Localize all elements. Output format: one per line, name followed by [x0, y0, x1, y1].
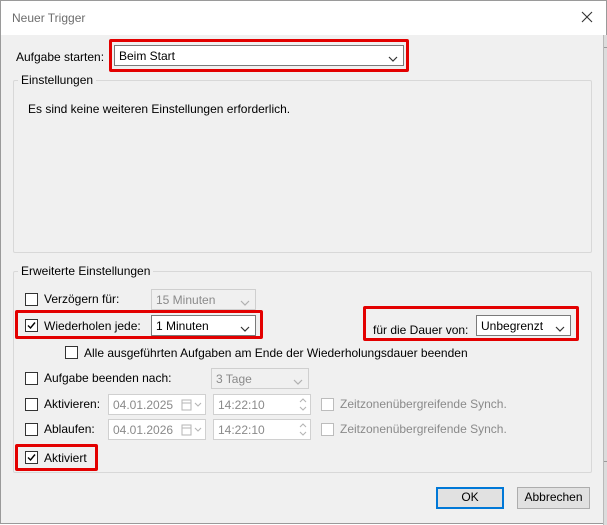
expire-date-value: 04.01.2026	[113, 423, 174, 437]
activate-sync-label: Zeitzonenübergreifende Synch.	[340, 397, 507, 411]
delay-checkbox[interactable]	[25, 293, 38, 306]
delay-label: Verzögern für:	[44, 292, 120, 306]
repeat-checkbox[interactable]	[25, 319, 38, 332]
duration-value: Unbegrenzt	[481, 319, 544, 333]
settings-group-title: Einstellungen	[18, 73, 97, 87]
duration-select[interactable]: Unbegrenzt	[476, 315, 571, 336]
activate-sync-checkbox[interactable]	[321, 398, 334, 411]
expire-sync-checkbox[interactable]	[321, 423, 334, 436]
calendar-icon[interactable]	[181, 424, 203, 439]
new-trigger-dialog: Neuer Trigger Aufgabe starten: Beim Star…	[0, 0, 607, 525]
start-label: Aufgabe starten:	[16, 50, 105, 64]
delay-value: 15 Minuten	[156, 293, 216, 307]
stop-all-at-end-checkbox[interactable]	[65, 346, 78, 359]
spin-arrows-icon[interactable]	[297, 421, 309, 438]
stop-after-select[interactable]: 3 Tage	[211, 368, 309, 389]
dialog-title: Neuer Trigger	[12, 11, 86, 25]
checkmark-icon	[27, 322, 36, 330]
activate-date-value: 04.01.2025	[113, 398, 174, 412]
cancel-button[interactable]: Abbrechen	[517, 487, 590, 509]
chevron-down-icon	[240, 296, 250, 306]
activate-time-field[interactable]: 14:22:10	[213, 394, 311, 415]
enabled-label: Aktiviert	[44, 451, 87, 465]
chevron-down-icon	[555, 322, 565, 332]
expire-label: Ablaufen:	[44, 422, 95, 436]
spin-arrows-icon[interactable]	[297, 396, 309, 413]
duration-label: für die Dauer von:	[373, 323, 469, 337]
expire-sync-label: Zeitzonenübergreifende Synch.	[340, 422, 507, 436]
activate-label: Aktivieren:	[44, 397, 101, 411]
checkmark-icon	[27, 454, 36, 462]
chevron-down-icon	[388, 52, 398, 62]
activate-time-value: 14:22:10	[218, 398, 265, 412]
chevron-down-icon	[293, 375, 303, 385]
advanced-group-title: Erweiterte Einstellungen	[18, 264, 154, 278]
settings-message: Es sind keine weiteren Einstellungen erf…	[28, 102, 291, 116]
repeat-interval-value: 1 Minuten	[156, 319, 209, 333]
ok-button[interactable]: OK	[436, 487, 504, 509]
repeat-interval-select[interactable]: 1 Minuten	[151, 315, 256, 336]
activate-checkbox[interactable]	[25, 398, 38, 411]
expire-date-field[interactable]: 04.01.2026	[108, 419, 206, 440]
background-window-edge	[603, 35, 607, 525]
expire-time-value: 14:22:10	[218, 423, 265, 437]
calendar-icon[interactable]	[181, 399, 203, 414]
expire-checkbox[interactable]	[25, 423, 38, 436]
repeat-label: Wiederholen jede:	[44, 319, 141, 333]
close-icon[interactable]	[579, 9, 595, 25]
stop-after-value: 3 Tage	[216, 372, 252, 386]
stop-after-label: Aufgabe beenden nach:	[44, 371, 172, 385]
delay-select[interactable]: 15 Minuten	[151, 289, 256, 310]
stop-all-at-end-label: Alle ausgeführten Aufgaben am Ende der W…	[84, 346, 468, 360]
title-bar: Neuer Trigger	[1, 1, 606, 35]
chevron-down-icon	[240, 322, 250, 332]
start-trigger-select[interactable]: Beim Start	[114, 45, 404, 66]
stop-after-checkbox[interactable]	[25, 372, 38, 385]
activate-date-field[interactable]: 04.01.2025	[108, 394, 206, 415]
enabled-checkbox[interactable]	[25, 451, 38, 464]
start-trigger-value: Beim Start	[119, 49, 176, 63]
expire-time-field[interactable]: 14:22:10	[213, 419, 311, 440]
